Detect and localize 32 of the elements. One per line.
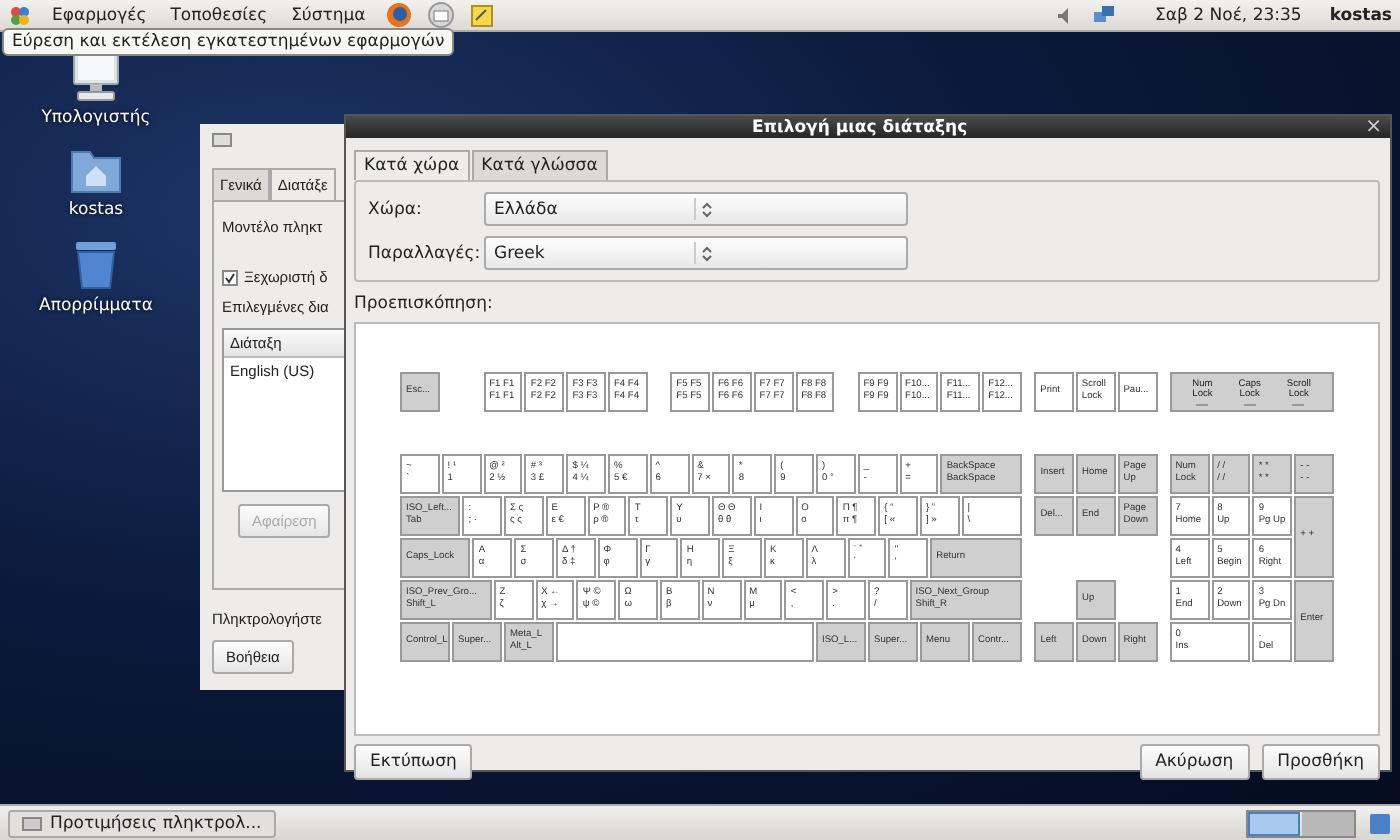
spinner-arrows-icon [701, 245, 711, 261]
tab[interactable]: Κατά χώρα [354, 150, 470, 180]
desktop-icon-label[interactable]: kostas [68, 200, 124, 220]
window-title: Επιλογή μιας διάταξης [749, 117, 970, 137]
panel-menu[interactable]: Σύστημα [287, 5, 370, 25]
tooltip: Εύρεση και εκτέλεση εγκατεστημένων εφαρμογών [2, 28, 455, 56]
desktop-icon-label[interactable]: Απορρίμματα [39, 296, 153, 316]
tab[interactable]: Κατά γλώσσα [471, 150, 608, 180]
note-icon[interactable] [469, 3, 494, 27]
field-label: Χώρα: [368, 199, 424, 219]
spinner-arrows-icon [701, 201, 711, 217]
globe-icon[interactable] [385, 2, 412, 28]
taskbar-button[interactable]: Προτιμήσεις πληκτρολ... [8, 809, 276, 837]
tray-icon[interactable] [1368, 811, 1392, 835]
print-button[interactable]: Εκτύπωση [354, 744, 473, 780]
desktop-icon-label[interactable]: Υπολογιστής [41, 108, 151, 128]
field-label: Παραλλαγές: [368, 243, 483, 263]
network-icon[interactable] [1091, 4, 1116, 26]
cancel-button[interactable]: Ακύρωση [1139, 744, 1250, 780]
preview-label: Προεπισκόπηση: [354, 294, 495, 314]
app-menu-icon[interactable] [8, 3, 32, 27]
user-name[interactable]: kostas [1329, 5, 1392, 25]
checkbox[interactable] [222, 269, 238, 285]
panel-menu[interactable]: Εφαρμογές [48, 5, 151, 25]
clock[interactable]: Σαβ 2 Νοέ, 23:35 [1155, 5, 1302, 25]
mail-icon[interactable] [427, 2, 454, 28]
panel-menu[interactable]: Τοποθεσίες [166, 5, 272, 25]
add-button[interactable]: Προσθήκη [1261, 744, 1380, 780]
workspace[interactable] [1248, 811, 1300, 835]
close-button[interactable]: × [1365, 116, 1382, 138]
country-dropdown[interactable]: Ελλάδα [484, 192, 908, 226]
variant-dropdown[interactable]: Greek [484, 236, 908, 270]
